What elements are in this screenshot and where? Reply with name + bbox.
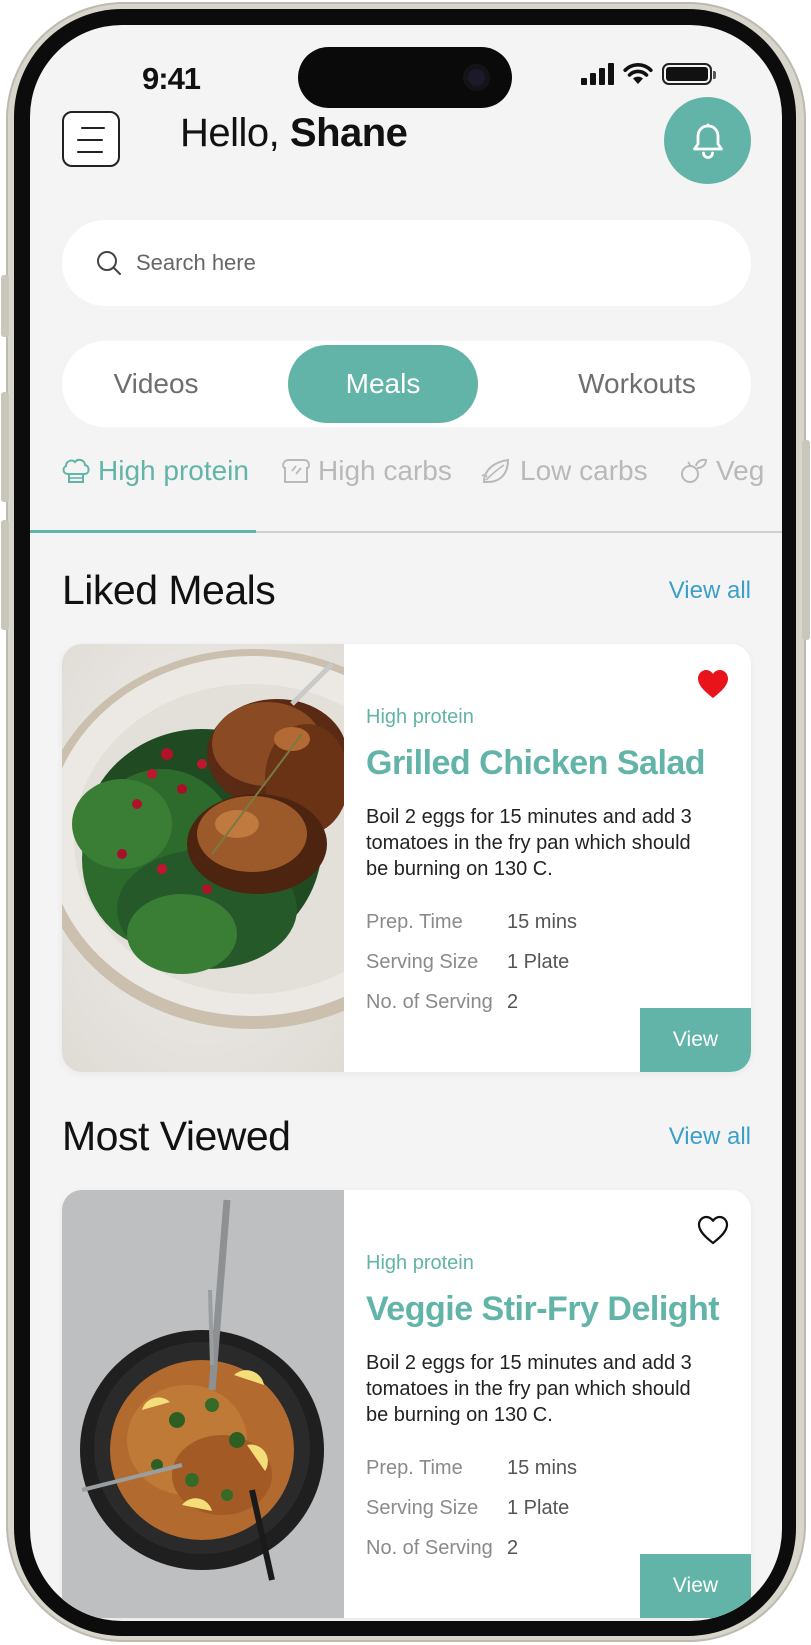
category-active-indicator bbox=[30, 530, 256, 533]
content-tabs: Videos Meals Workouts bbox=[62, 341, 751, 427]
phone-volume-up-button bbox=[1, 392, 9, 502]
category-tab-label: High carbs bbox=[318, 455, 452, 486]
search-bar[interactable]: Search here bbox=[62, 220, 751, 306]
status-icons bbox=[581, 63, 716, 85]
category-tab-label: Low carbs bbox=[520, 455, 648, 486]
user-name: Shane bbox=[289, 111, 408, 155]
meal-stats: Prep. Time 15 mins Serving Size 1 Plate … bbox=[366, 1448, 577, 1568]
meal-title: Grilled Chicken Salad bbox=[366, 744, 706, 782]
stat-row: No. of Serving 2 bbox=[366, 982, 577, 1022]
meal-title: Veggie Stir-Fry Delight bbox=[366, 1290, 720, 1328]
stat-row: Prep. Time 15 mins bbox=[366, 1448, 577, 1488]
stat-row: Serving Size 1 Plate bbox=[366, 1488, 577, 1528]
view-meal-button[interactable]: View bbox=[640, 1008, 751, 1072]
battery-icon bbox=[662, 63, 716, 85]
category-tab-high-carbs[interactable]: High carbs bbox=[280, 455, 452, 487]
stat-value: 2 bbox=[507, 1536, 519, 1559]
search-input[interactable]: Search here bbox=[136, 250, 256, 276]
meal-category-tag: High protein bbox=[366, 706, 474, 728]
stat-label: Prep. Time bbox=[366, 910, 463, 933]
stat-value: 1 Plate bbox=[507, 1496, 570, 1519]
meal-stats: Prep. Time 15 mins Serving Size 1 Plate … bbox=[366, 902, 577, 1022]
stat-value: 1 Plate bbox=[507, 950, 570, 973]
most-viewed-view-all-link[interactable]: View all bbox=[669, 1123, 751, 1151]
most-viewed-title: Most Viewed bbox=[62, 1113, 291, 1159]
heart-outline-icon[interactable] bbox=[696, 1214, 730, 1246]
meal-description: Boil 2 eggs for 15 minutes and add 3 tom… bbox=[366, 806, 692, 880]
tab-videos[interactable]: Videos bbox=[66, 345, 246, 423]
app-screen: 9:41 Hello, Shane Search here Videos Mea… bbox=[30, 25, 782, 1621]
stat-label: Serving Size bbox=[366, 950, 479, 973]
meal-description: Boil 2 eggs for 15 minutes and add 3 tom… bbox=[366, 1352, 692, 1426]
bread-icon bbox=[282, 459, 310, 483]
category-tab-label: High protein bbox=[98, 455, 249, 486]
category-tab-label: Veg bbox=[716, 455, 765, 486]
stat-label: No. of Serving bbox=[366, 1536, 493, 1559]
phone-action-button bbox=[1, 275, 9, 337]
category-tab-low-carbs[interactable]: Low carbs bbox=[480, 455, 648, 487]
grilled-chicken-salad-photo bbox=[62, 644, 344, 1072]
notifications-button[interactable] bbox=[664, 97, 751, 184]
stat-row: Prep. Time 15 mins bbox=[366, 902, 577, 942]
search-icon bbox=[97, 251, 121, 275]
liked-meals-title: Liked Meals bbox=[62, 567, 276, 613]
menu-button[interactable] bbox=[62, 111, 120, 167]
bell-icon bbox=[692, 123, 723, 159]
view-meal-button[interactable]: View bbox=[640, 1554, 751, 1618]
stat-row: Serving Size 1 Plate bbox=[366, 942, 577, 982]
leaf-icon bbox=[481, 458, 510, 483]
liked-meal-card[interactable]: High protein Grilled Chicken Salad Boil … bbox=[62, 644, 751, 1072]
greeting-prefix: Hello, bbox=[180, 111, 290, 155]
category-tab-high-protein[interactable]: High protein bbox=[60, 455, 249, 487]
stat-value: 15 mins bbox=[507, 1456, 578, 1479]
stat-label: Serving Size bbox=[366, 1496, 479, 1519]
meal-category-tag: High protein bbox=[366, 1252, 474, 1274]
most-viewed-meal-card[interactable]: High protein Veggie Stir-Fry Delight Boi… bbox=[62, 1190, 751, 1618]
tab-workouts[interactable]: Workouts bbox=[532, 345, 742, 423]
vegetables-icon bbox=[681, 458, 708, 483]
category-tabs: High protein High carbs Low carbs Veg bbox=[30, 455, 782, 515]
stat-label: Prep. Time bbox=[366, 1456, 463, 1479]
category-tab-veg[interactable]: Veg bbox=[678, 455, 764, 487]
status-time: 9:41 bbox=[142, 61, 201, 96]
phone-volume-down-button bbox=[1, 520, 9, 630]
tab-meals[interactable]: Meals bbox=[288, 345, 478, 423]
dynamic-island bbox=[298, 47, 512, 108]
stat-row: No. of Serving 2 bbox=[366, 1528, 577, 1568]
chef-hat-icon bbox=[62, 458, 90, 483]
liked-meals-view-all-link[interactable]: View all bbox=[669, 577, 751, 605]
veggie-stir-fry-photo bbox=[62, 1190, 344, 1618]
stat-label: No. of Serving bbox=[366, 990, 493, 1013]
phone-power-button bbox=[802, 440, 810, 640]
stat-value: 2 bbox=[507, 990, 519, 1013]
heart-filled-icon[interactable] bbox=[696, 668, 730, 700]
camera-icon bbox=[463, 64, 490, 91]
greeting: Hello, Shane bbox=[180, 111, 408, 156]
stat-value: 15 mins bbox=[507, 910, 578, 933]
wifi-icon bbox=[623, 63, 653, 84]
menu-icon bbox=[81, 127, 105, 129]
cellular-signal-icon bbox=[581, 63, 614, 85]
